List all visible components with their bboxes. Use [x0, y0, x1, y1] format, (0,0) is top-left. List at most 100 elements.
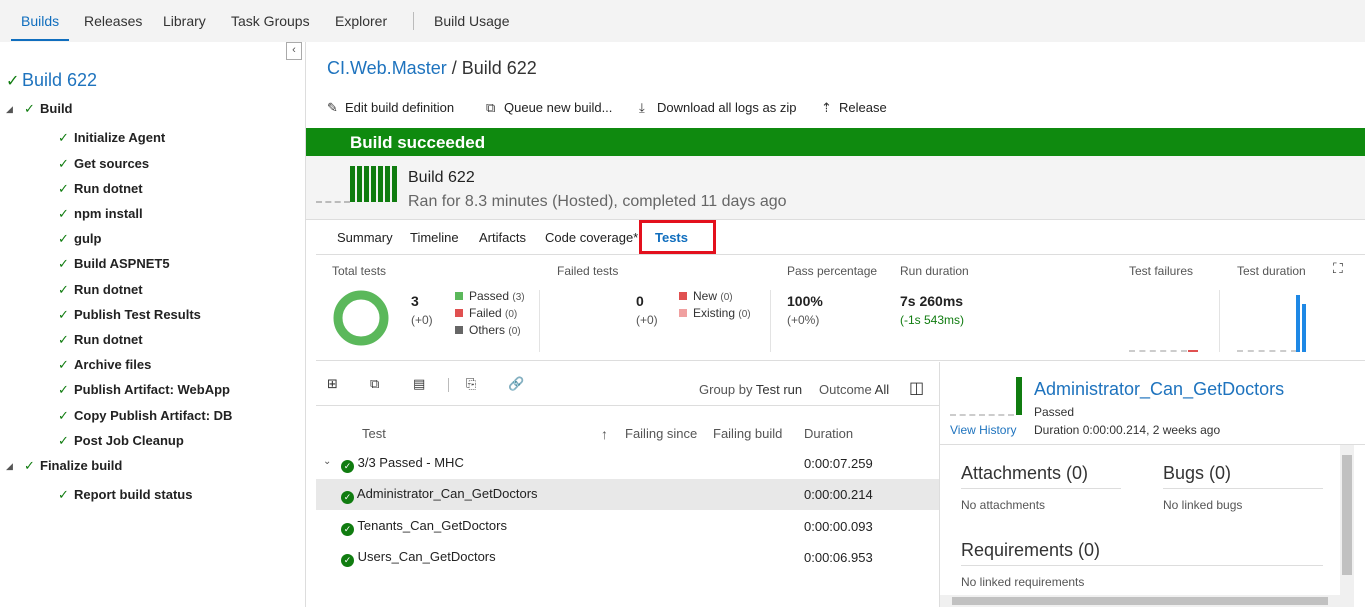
legend-label: Existing [693, 306, 736, 320]
tree-step[interactable]: ✓ Copy Publish Artifact: DB [58, 408, 232, 424]
collapse-all-icon[interactable]: ⧉ [370, 376, 379, 392]
check-icon: ✓ [6, 73, 20, 90]
passed-icon: ✓ [341, 523, 354, 536]
col-header-duration[interactable]: Duration [804, 426, 853, 441]
tree-step[interactable]: ✓ Build ASPNET5 [58, 256, 170, 272]
legend-new: New (0) [679, 289, 733, 303]
toolbar-divider [448, 378, 449, 392]
test-failures-trend[interactable] [1129, 350, 1187, 352]
history-bar [385, 166, 390, 202]
detail-vertical-scrollbar[interactable] [1340, 445, 1354, 607]
tree-step[interactable]: ✓ Publish Test Results [58, 307, 201, 323]
queue-new-build-button[interactable]: ⧉ Queue new build... [486, 100, 612, 116]
check-icon: ✓ [58, 408, 69, 423]
toggle-details-pane-icon[interactable]: ◫ [909, 378, 924, 398]
release-button[interactable]: ⇡ Release [821, 100, 887, 116]
pass-percentage-value: 100% [787, 293, 823, 309]
test-name: Tenants_Can_GetDoctors [357, 518, 507, 533]
scrollbar-thumb[interactable] [952, 597, 1328, 605]
tab-builds[interactable]: Builds [10, 0, 70, 42]
group-row[interactable]: ✓ 3/3 Passed - MHC [341, 455, 464, 473]
tree-phase-build[interactable]: ✓ Build [24, 101, 73, 117]
scrollbar-thumb[interactable] [1342, 455, 1352, 575]
chevron-down-icon[interactable]: ⌄ [323, 456, 331, 467]
tree-phase-finalize[interactable]: ✓ Finalize build [24, 458, 122, 474]
legend-failed: Failed (0) [455, 306, 517, 320]
expand-triangle-icon[interactable]: ◢ [6, 104, 13, 115]
detail-horizontal-scrollbar[interactable] [940, 595, 1340, 607]
total-tests-label: Total tests [332, 264, 387, 278]
bugs-empty: No linked bugs [1163, 498, 1243, 512]
breadcrumb-current: Build 622 [461, 58, 537, 78]
tree-root-label: Build 622 [22, 70, 98, 90]
download-logs-button[interactable]: ⤓ Download all logs as zip [639, 100, 796, 116]
legend-label: Others [469, 323, 506, 337]
tree-step-label: Run dotnet [74, 181, 143, 196]
expand-all-icon[interactable]: ⊞ [327, 376, 338, 392]
build-info: Ran for 8.3 minutes (Hosted), completed … [408, 193, 787, 210]
tree-step-label: gulp [74, 231, 102, 246]
tree-step[interactable]: ✓ Run dotnet [58, 332, 143, 348]
metric-divider [539, 290, 540, 352]
detail-test-title[interactable]: Administrator_Can_GetDoctors [1034, 379, 1284, 400]
tab-releases[interactable]: Releases [84, 0, 142, 42]
tree-step[interactable]: ✓ npm install [58, 206, 143, 222]
total-tests-donut[interactable] [331, 288, 391, 348]
table-row[interactable]: ✓ Administrator_Can_GetDoctors [341, 486, 538, 504]
breadcrumb: CI.Web.Master / Build 622 [327, 58, 537, 79]
tree-step[interactable]: ✓ Initialize Agent [58, 130, 165, 146]
tab-timeline[interactable]: Timeline [410, 230, 459, 245]
check-icon: ✓ [58, 206, 69, 221]
tree-step[interactable]: ✓ Report build status [58, 487, 192, 503]
expand-triangle-icon[interactable]: ◢ [6, 461, 13, 472]
tree-step[interactable]: ✓ gulp [58, 231, 101, 247]
check-icon: ✓ [58, 130, 69, 145]
tree-step[interactable]: ✓ Post Job Cleanup [58, 433, 184, 449]
failed-tests-value: 0 [636, 293, 644, 309]
check-icon: ✓ [58, 433, 69, 448]
tab-artifacts[interactable]: Artifacts [479, 230, 526, 245]
view-history-link[interactable]: View History [950, 423, 1016, 437]
outcome-dropdown[interactable]: Outcome All [819, 382, 889, 397]
tree-step[interactable]: ✓ Publish Artifact: WebApp [58, 382, 230, 398]
group-by-dropdown[interactable]: Group by Test run [699, 382, 802, 397]
table-row[interactable]: ✓ Users_Can_GetDoctors [341, 549, 496, 567]
edit-build-definition-button[interactable]: ✎ Edit build definition [327, 100, 454, 116]
metric-divider [1219, 290, 1220, 352]
tree-step[interactable]: ✓ Archive files [58, 357, 151, 373]
failed-tests-label: Failed tests [557, 264, 619, 278]
history-bar [392, 166, 397, 202]
tree-step[interactable]: ✓ Get sources [58, 156, 149, 172]
col-header-failing-build[interactable]: Failing build [713, 426, 782, 441]
tab-task-groups[interactable]: Task Groups [231, 0, 310, 42]
breadcrumb-definition-link[interactable]: CI.Web.Master [327, 58, 447, 78]
tab-library[interactable]: Library [163, 0, 206, 42]
link-icon[interactable]: 🔗 [508, 376, 524, 392]
sort-arrow-icon[interactable]: ↑ [601, 426, 608, 442]
legend-swatch [455, 309, 463, 317]
export-icon[interactable]: ⎘ [466, 376, 476, 392]
collapse-pane-button[interactable]: ‹ [286, 42, 302, 60]
tab-summary[interactable]: Summary [337, 230, 393, 245]
fullscreen-icon[interactable]: ⛶ [1333, 260, 1343, 277]
tree-step[interactable]: ✓ Run dotnet [58, 181, 143, 197]
table-row[interactable]: ✓ Tenants_Can_GetDoctors [341, 518, 507, 536]
test-duration-trend[interactable] [1237, 350, 1297, 352]
tab-build-usage[interactable]: Build Usage [434, 0, 510, 42]
queue-icon: ⧉ [486, 100, 496, 115]
tree-root-build[interactable]: ✓ Build 622 [6, 70, 97, 91]
col-header-test[interactable]: Test [362, 426, 386, 441]
col-header-failing-since[interactable]: Failing since [625, 426, 697, 441]
check-icon: ✓ [58, 487, 69, 502]
legend-count: (0) [508, 326, 521, 337]
tab-explorer[interactable]: Explorer [335, 0, 387, 42]
group-by-value: Test run [755, 382, 803, 397]
test-name: Administrator_Can_GetDoctors [356, 486, 538, 501]
tab-code-coverage[interactable]: Code coverage* [545, 230, 638, 245]
attachments-empty: No attachments [961, 498, 1046, 512]
section-underline [961, 488, 1121, 489]
tree-step[interactable]: ✓ Run dotnet [58, 282, 143, 298]
attachments-title: Attachments (0) [961, 463, 1089, 483]
legend-count: (0) [505, 309, 518, 320]
column-options-icon[interactable]: ▤ [413, 376, 425, 392]
